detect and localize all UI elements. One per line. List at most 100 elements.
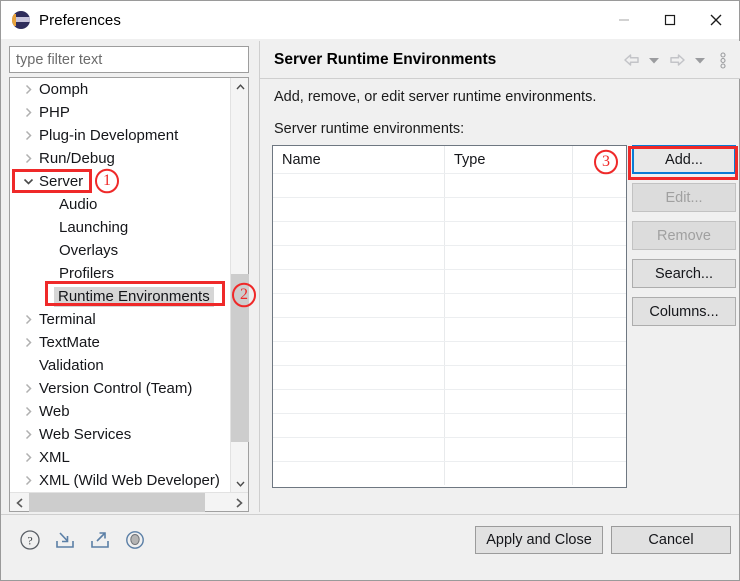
tree-item-plug-in-development[interactable]: Plug-in Development: [10, 124, 231, 147]
column-header-blank[interactable]: [573, 146, 626, 173]
chevron-right-icon[interactable]: [18, 130, 38, 141]
search-button[interactable]: Search...: [632, 259, 736, 288]
tree-item-label: XML: [39, 449, 70, 466]
table-cell-type: [445, 390, 573, 413]
table-row[interactable]: [273, 269, 626, 293]
tree-item-overlays[interactable]: Overlays: [10, 239, 231, 262]
add-button[interactable]: Add...: [632, 145, 736, 174]
scroll-left-icon[interactable]: [10, 493, 29, 512]
table-cell-type: [445, 438, 573, 461]
tree-item-web-services[interactable]: Web Services: [10, 423, 231, 446]
tree-item-web[interactable]: Web: [10, 400, 231, 423]
tree-horizontal-scrollbar[interactable]: [10, 492, 248, 512]
table-row[interactable]: [273, 365, 626, 389]
chevron-right-icon[interactable]: [18, 84, 38, 95]
table-row[interactable]: [273, 341, 626, 365]
vertical-ellipsis-icon[interactable]: [714, 50, 732, 70]
table-cell-name: [273, 342, 445, 365]
tree-item-label: Run/Debug: [39, 150, 115, 167]
tree-item-server[interactable]: Server: [10, 170, 231, 193]
chevron-right-icon[interactable]: [18, 107, 38, 118]
tree-item-audio[interactable]: Audio: [10, 193, 231, 216]
table-cell-name: [273, 366, 445, 389]
table-row[interactable]: [273, 197, 626, 221]
preferences-tree: Oomph PHP Plug-in Development Run/Debug Serv…: [9, 77, 249, 512]
back-arrow-icon[interactable]: [622, 50, 640, 70]
chevron-right-icon[interactable]: [18, 429, 38, 440]
export-icon[interactable]: [87, 527, 113, 553]
table-cell-type: [445, 198, 573, 221]
table-cell-blank: [573, 174, 626, 197]
forward-arrow-icon[interactable]: [668, 50, 686, 70]
table-row[interactable]: [273, 173, 626, 197]
tree-item-runtime-environments[interactable]: Runtime Environments: [10, 285, 231, 308]
tree-item-label: PHP: [39, 104, 70, 121]
table-row[interactable]: [273, 293, 626, 317]
chevron-down-icon[interactable]: [691, 50, 709, 70]
table-cell-type: [445, 246, 573, 269]
chevron-right-icon[interactable]: [18, 475, 38, 486]
tree-item-version-control-team[interactable]: Version Control (Team): [10, 377, 231, 400]
table-cell-blank: [573, 414, 626, 437]
table-row[interactable]: [273, 461, 626, 485]
table-cell-type: [445, 366, 573, 389]
chevron-right-icon[interactable]: [18, 383, 38, 394]
column-header-type[interactable]: Type: [445, 146, 573, 173]
scroll-up-icon[interactable]: [231, 78, 249, 96]
chevron-right-icon[interactable]: [18, 337, 38, 348]
table-cell-blank: [573, 390, 626, 413]
table-cell-name: [273, 222, 445, 245]
tree-item-xml[interactable]: XML: [10, 446, 231, 469]
maximize-icon[interactable]: [647, 1, 693, 39]
tree-item-label: Web Services: [39, 426, 132, 443]
table-row[interactable]: [273, 389, 626, 413]
page-toolbar: [622, 41, 732, 79]
page-title: Server Runtime Environments: [274, 50, 497, 68]
close-icon[interactable]: [693, 1, 739, 39]
tree-item-validation[interactable]: Validation: [10, 354, 231, 377]
tree-item-launching[interactable]: Launching: [10, 216, 231, 239]
chevron-right-icon[interactable]: [18, 406, 38, 417]
help-icon[interactable]: ?: [17, 527, 43, 553]
tree-item-oomph[interactable]: Oomph: [10, 78, 231, 101]
import-icon[interactable]: [52, 527, 78, 553]
tree-item-php[interactable]: PHP: [10, 101, 231, 124]
tree-item-label: Runtime Environments: [54, 286, 214, 307]
table-cell-type: [445, 222, 573, 245]
tree-item-profilers[interactable]: Profilers: [10, 262, 231, 285]
scroll-down-icon[interactable]: [231, 474, 249, 492]
minimize-icon[interactable]: [601, 1, 647, 39]
record-icon[interactable]: [122, 527, 148, 553]
scrollbar-thumb[interactable]: [231, 274, 249, 442]
chevron-right-icon[interactable]: [18, 153, 38, 164]
tree-vertical-scrollbar[interactable]: [230, 78, 249, 492]
table-cell-type: [445, 414, 573, 437]
chevron-down-icon[interactable]: [18, 176, 38, 187]
table-row[interactable]: [273, 245, 626, 269]
tree-item-terminal[interactable]: Terminal: [10, 308, 231, 331]
scrollbar-thumb-horizontal[interactable]: [29, 493, 205, 512]
scroll-right-icon[interactable]: [229, 493, 248, 512]
search-input[interactable]: [9, 46, 249, 73]
cancel-button[interactable]: Cancel: [611, 526, 731, 554]
tree-item-label: Version Control (Team): [39, 380, 193, 397]
table-cell-blank: [573, 462, 626, 485]
table-row[interactable]: [273, 221, 626, 245]
table-row[interactable]: [273, 437, 626, 461]
tree-item-xml-wild-web-developer[interactable]: XML (Wild Web Developer): [10, 469, 231, 492]
tree-item-textmate[interactable]: TextMate: [10, 331, 231, 354]
chevron-down-icon[interactable]: [645, 50, 663, 70]
table-cell-type: [445, 270, 573, 293]
runtime-environments-table[interactable]: Name Type: [272, 145, 627, 488]
table-cell-name: [273, 270, 445, 293]
chevron-right-icon[interactable]: [18, 452, 38, 463]
table-row[interactable]: [273, 413, 626, 437]
filter-field-wrapper: [9, 46, 249, 73]
column-header-name[interactable]: Name: [273, 146, 445, 173]
columns-button[interactable]: Columns...: [632, 297, 736, 326]
table-row[interactable]: [273, 317, 626, 341]
chevron-right-icon[interactable]: [18, 314, 38, 325]
tree-item-run-debug[interactable]: Run/Debug: [10, 147, 231, 170]
table-cell-blank: [573, 366, 626, 389]
apply-and-close-button[interactable]: Apply and Close: [475, 526, 603, 554]
